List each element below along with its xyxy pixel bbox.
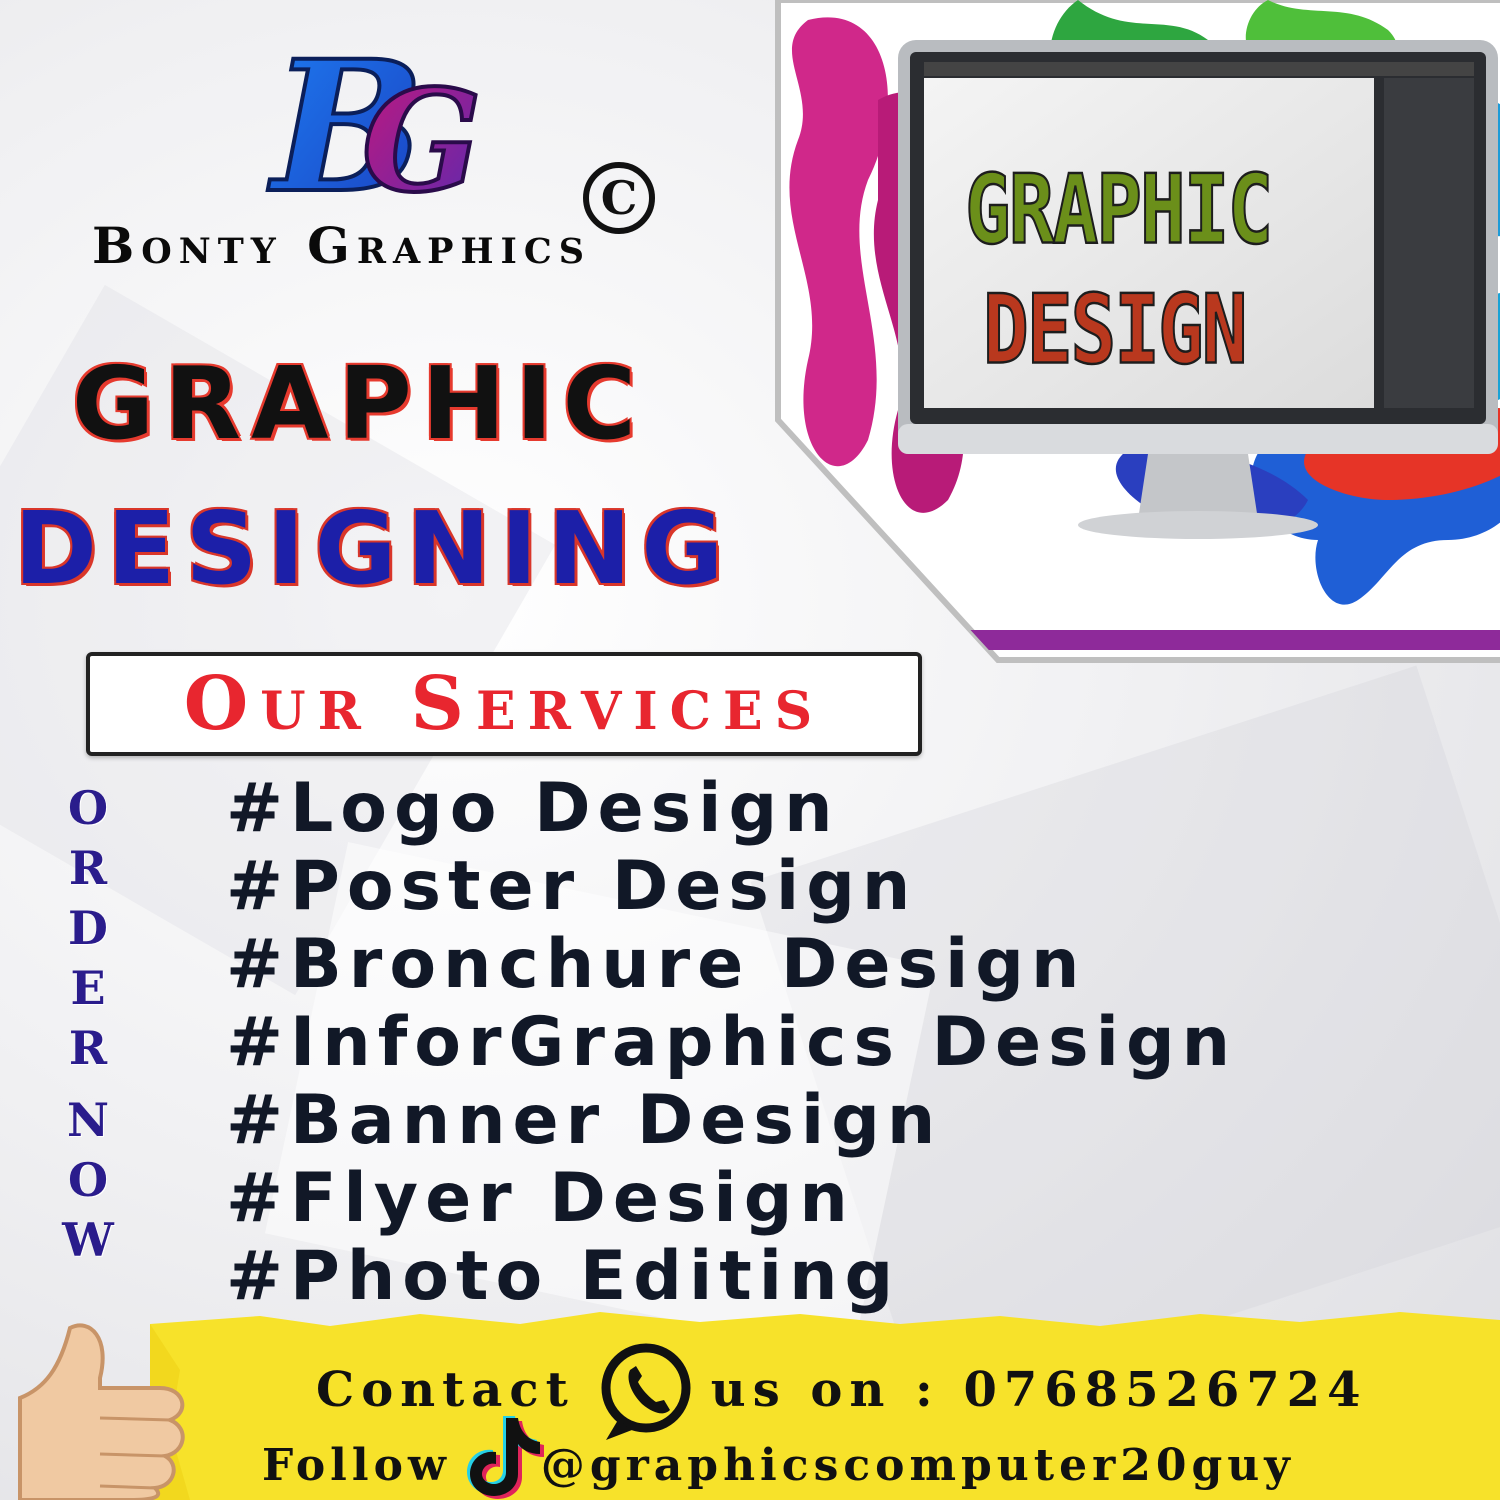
order-now-vertical: O R D E R N O W [60, 778, 116, 1270]
headline-line-1: GRAPHIC [72, 345, 647, 462]
service-item: #Photo Editing [226, 1237, 901, 1316]
service-list: #Logo Design #Poster Design #Bronchure D… [226, 770, 1237, 1316]
services-title: Our Services [183, 661, 825, 747]
service-item: #Banner Design [226, 1081, 943, 1160]
order-now-letter: O [67, 781, 109, 835]
contact-line: Contact us on : 0768526724 [316, 1362, 1367, 1418]
service-item: #InforGraphics Design [226, 1003, 1238, 1082]
order-now-letter: R [68, 841, 108, 895]
tiktok-icon [467, 1416, 544, 1499]
order-now-letter: D [68, 901, 108, 955]
svg-text:G: G [362, 60, 482, 220]
service-item: #Flyer Design [226, 1159, 855, 1238]
order-now-letter: O [67, 1153, 109, 1207]
service-item: #Poster Design [226, 847, 918, 926]
thumbs-up-icon [18, 1323, 185, 1500]
brand-name: Bonty Graphics [92, 216, 592, 275]
services-header-box: Our Services [86, 652, 922, 756]
screen-text-line-2: DESIGN [982, 273, 1249, 387]
headline-line-2: DESIGNING [14, 490, 734, 607]
poster: B G C Bonty Graphics GRAPHIC DESIGNING G… [0, 0, 1500, 1500]
service-item: #Bronchure Design [226, 925, 1087, 1004]
order-now-letter: R [68, 1021, 108, 1075]
order-now-letter: E [70, 961, 106, 1015]
whatsapp-icon [601, 1343, 691, 1440]
follow-line: Follow @graphicscomputer20guy [262, 1440, 1295, 1491]
screen-text-line-1: GRAPHIC [964, 153, 1274, 267]
service-item: #Logo Design [226, 769, 840, 848]
monitor-screen-text: GRAPHIC DESIGN [964, 150, 1275, 390]
brand-logo: B G [265, 40, 484, 220]
order-now-letter: W [62, 1213, 114, 1267]
order-now-letter: N [66, 1093, 110, 1147]
contact-phone: us on : 0768526724 [710, 1362, 1368, 1418]
follow-label: Follow [262, 1440, 451, 1491]
social-handle: @graphicscomputer20guy [540, 1440, 1295, 1491]
contact-label: Contact [316, 1362, 575, 1418]
